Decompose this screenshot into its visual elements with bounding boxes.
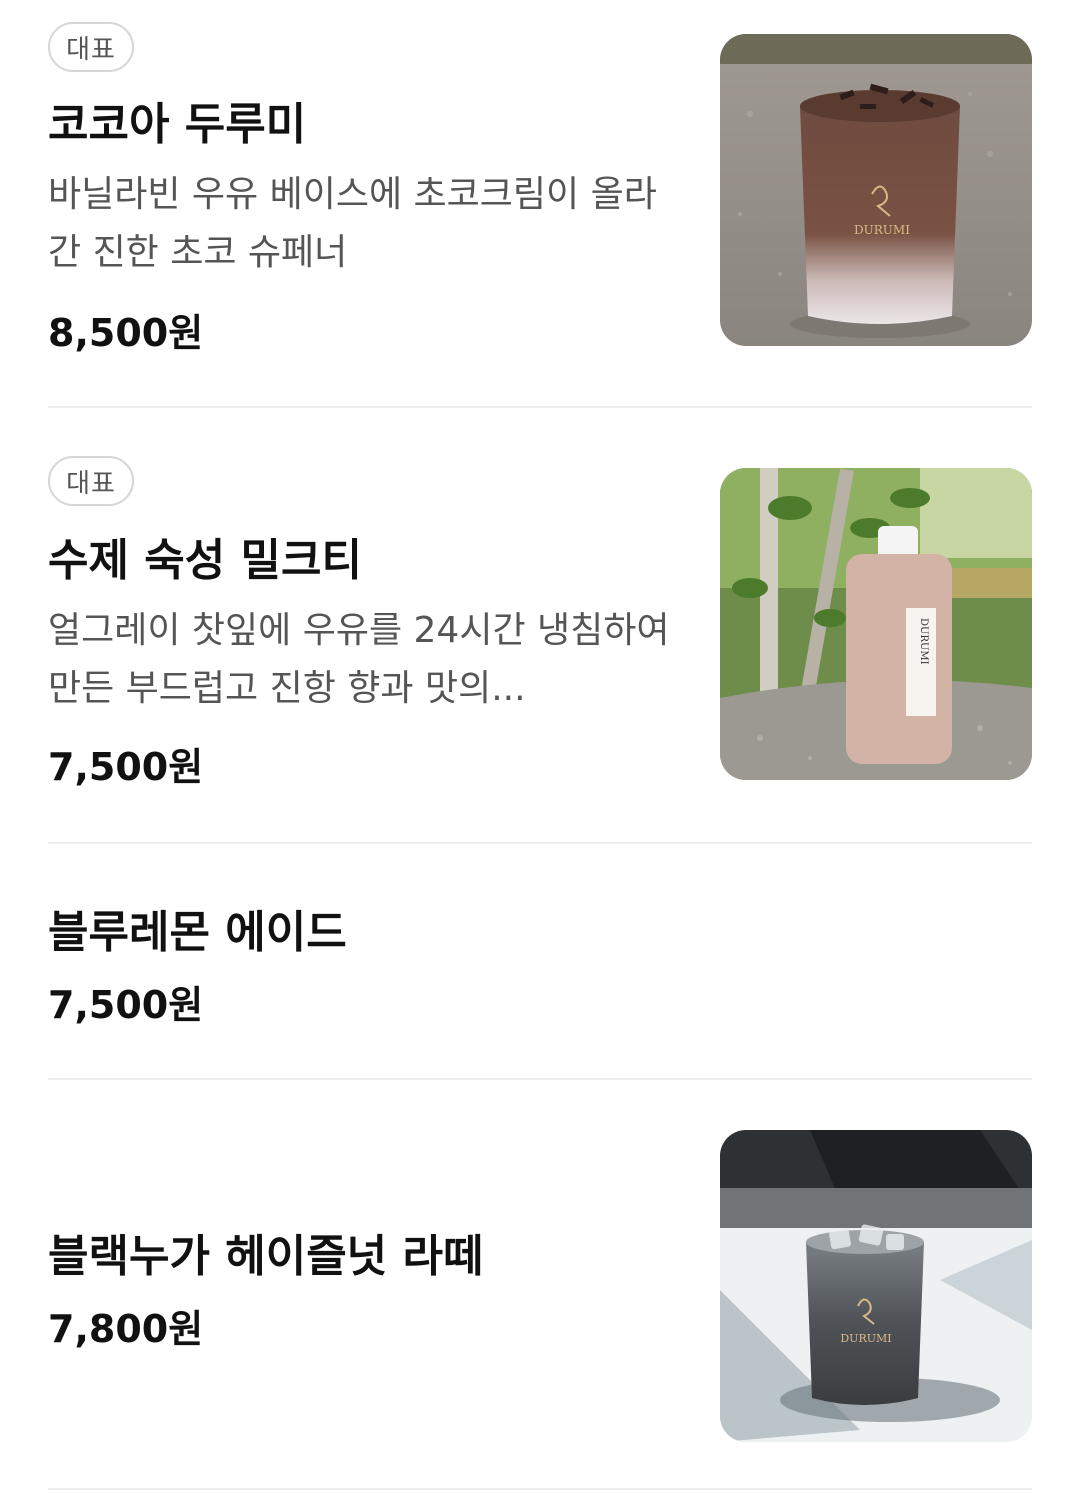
menu-item-description: 바닐라빈 우유 베이스에 초코크림이 올라간 진한 초코 슈페너 [48,174,657,273]
milk-tea-image: DURUMI [720,468,1032,780]
cup-brand-text: DURUMI [854,223,910,237]
signature-badge: 대표 [48,22,134,72]
menu-item-name: 블루레몬 에이드 [48,907,347,958]
menu-item-description: 얼그레이 찻잎에 우유를 24시간 냉침하여 만든 부드럽고 진항 향과 맛의.… [48,610,670,709]
menu-item-name: 블랙누가 헤이즐넛 라떼 [48,1231,484,1282]
cocoa-drink-image: DURUMI [720,34,1032,346]
menu-item[interactable]: 대표 코코아 두루미 바닐라빈 우유 베이스에 초코크림이 올라간 진한 초코 … [48,0,1032,408]
menu-item-photo[interactable]: DURUMI [720,1130,1032,1442]
menu-item-price: 7,500원 [48,983,204,1027]
bottle-brand-text: DURUMI [918,618,929,665]
menu-item-name: 코코아 두루미 [48,99,307,150]
menu-item-photo[interactable]: DURUMI [720,468,1032,780]
menu-item-price: 7,500원 [48,745,204,789]
menu-item-photo[interactable]: DURUMI [720,34,1032,346]
menu-list: 대표 코코아 두루미 바닐라빈 우유 베이스에 초코크림이 올라간 진한 초코 … [0,0,1080,1490]
menu-item[interactable]: 블루레몬 에이드 7,500원 [48,844,1032,1080]
menu-item-name: 수제 숙성 밀크티 [48,535,362,586]
signature-badge: 대표 [48,456,134,506]
cup-brand-text: DURUMI [840,1332,891,1345]
black-latte-image: DURUMI [720,1130,1032,1442]
menu-item-price: 7,800원 [48,1307,204,1351]
menu-item-price: 8,500원 [48,311,204,355]
menu-item[interactable]: 대표 수제 숙성 밀크티 얼그레이 찻잎에 우유를 24시간 냉침하여 만든 부… [48,408,1032,844]
menu-item[interactable]: 블랙누가 헤이즐넛 라떼 7,800원 DURUMI [48,1080,1032,1490]
